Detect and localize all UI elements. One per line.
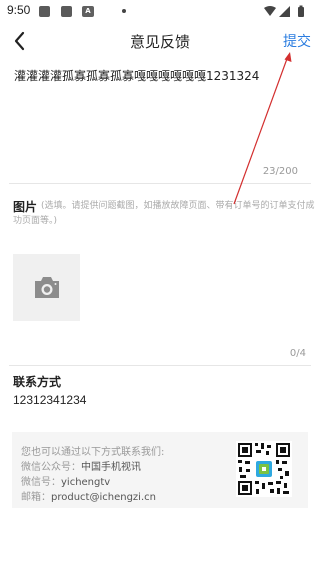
feedback-char-count: 23/200 [262,166,298,177]
contact-info-box: 您也可以通过以下方式联系我们: 微信公众号：中国手机视讯 微信号：yicheng… [12,432,308,508]
image-icon [61,6,72,17]
contact-input[interactable]: 12312341234 [13,393,86,407]
info-email-label: 邮箱： [21,492,51,503]
status-right-icons [264,5,304,17]
images-hint-text: (选填。请提供问题截图，如播放故障页面、带有订单号的订单支付成功页面等。) [13,201,315,226]
info-email: 邮箱：product@ichengzi.cn [21,488,156,503]
info-wechat-id-value: yichengtv [61,477,111,488]
battery-icon [298,5,304,17]
feedback-textarea[interactable]: 灌灌灌灌孤寡孤寡孤寡嘎嘎嘎嘎嘎嘎1231324 [14,68,306,85]
info-wechat-official-label: 微信公众号： [21,462,81,473]
info-wechat-id: 微信号：yichengtv [21,473,110,488]
page-title: 意见反馈 [129,33,190,51]
submit-button[interactable]: 提交 [283,31,311,51]
divider [9,183,311,184]
camera-icon [35,277,59,298]
add-photo-button[interactable] [13,254,80,321]
navigation-bar: 意见反馈 提交 [0,26,320,56]
status-time: 9:50 [7,3,31,17]
info-wechat-official-value: 中国手机视讯 [81,462,141,473]
photo-count: 0/4 [289,348,306,359]
signal-icon [279,6,290,17]
info-wechat-id-label: 微信号： [21,477,61,488]
info-intro: 您也可以通过以下方式联系我们: [21,447,165,458]
info-wechat-official: 微信公众号：中国手机视讯 [21,458,141,473]
image-icon [39,6,50,17]
divider [9,365,311,366]
wifi-icon [264,6,276,16]
info-email-value: product@ichengzi.cn [51,492,156,503]
images-hint: (选填。请提供问题截图，如播放故障页面、带有订单号的订单支付成功页面等。) [13,199,315,229]
back-button[interactable] [10,29,30,53]
status-bar: 9:50 A [0,0,320,24]
qr-code-icon [236,441,292,497]
a-icon: A [82,6,94,17]
contact-label: 联系方式 [13,375,62,389]
dot-icon [122,9,126,13]
chevron-left-icon [14,31,25,51]
